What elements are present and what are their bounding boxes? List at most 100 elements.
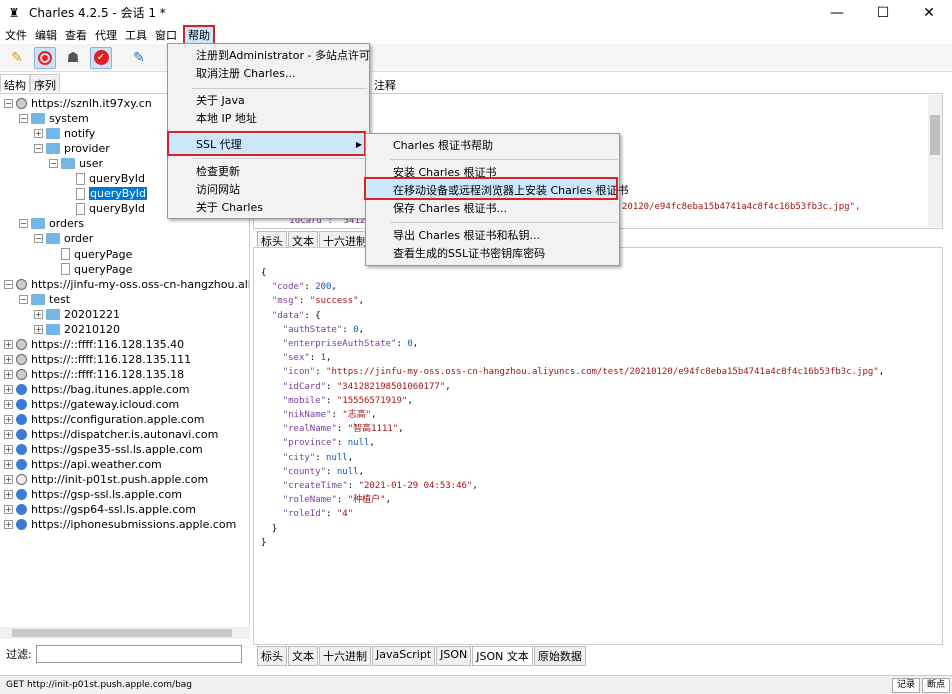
expand-icon[interactable]: + [4, 369, 13, 379]
tree-row[interactable]: + notify [34, 126, 95, 141]
lower-tab-raw[interactable]: 原始数据 [533, 646, 586, 666]
menu-view[interactable]: 查看 [61, 26, 91, 44]
expand-icon[interactable]: + [4, 475, 13, 485]
compose-pen-icon[interactable]: ✎ [128, 47, 150, 69]
tree-row[interactable]: − system [19, 111, 89, 126]
tree-row[interactable]: − orders [19, 216, 84, 231]
help-local-ip-item[interactable]: 本地 IP 地址 [169, 108, 257, 128]
maximize-button[interactable]: ☐ [860, 0, 906, 25]
menu-proxy[interactable]: 代理 [91, 26, 121, 44]
expand-icon[interactable]: + [34, 129, 43, 139]
tab-structure[interactable]: 结构 [0, 74, 30, 92]
tree-row[interactable]: − order [34, 231, 93, 246]
record-button[interactable] [34, 46, 56, 69]
collapse-icon[interactable]: − [19, 114, 28, 124]
tree-row[interactable]: + https://gateway.icloud.com [4, 397, 179, 412]
tree-row[interactable]: +20210120 [34, 322, 120, 337]
tree-row[interactable]: + https://::ffff:116.128.135.111 [4, 352, 191, 367]
expand-icon[interactable]: + [34, 324, 43, 334]
tree-row[interactable]: + https://gspe35-ssl.ls.apple.com [4, 442, 203, 457]
tree-row[interactable]: + https://api.weather.com [4, 457, 162, 472]
help-visit-website-item[interactable]: 访问网站 [169, 179, 240, 199]
tree-row[interactable]: − provider [34, 141, 110, 156]
tree-row[interactable]: + https://gsp-ssl.ls.apple.com [4, 487, 182, 502]
help-unregister-item[interactable]: 取消注册 Charles... [169, 63, 295, 83]
tree-row[interactable]: − user [49, 156, 103, 171]
json-token: , [358, 296, 364, 307]
help-about-charles-item[interactable]: 关于 Charles [169, 197, 263, 217]
collapse-icon[interactable]: − [4, 99, 13, 108]
tab-sequence[interactable]: 序列 [30, 74, 60, 92]
json-token: "roleName" [282, 495, 337, 506]
broom-icon[interactable]: ✎ [6, 47, 28, 69]
collapse-icon[interactable]: − [19, 294, 28, 304]
help-about-java-item[interactable]: 关于 Java [169, 90, 245, 110]
lower-tab-javascript[interactable]: JavaScript [372, 646, 436, 666]
tree-row[interactable]: queryById [64, 171, 145, 186]
breakpoints-button[interactable]: ✓ [90, 46, 112, 69]
json-line: "nikName": "志高", [261, 408, 942, 422]
throttle-turtle-icon[interactable]: ☗ [62, 47, 84, 69]
expand-icon[interactable]: + [4, 460, 13, 470]
tree-row[interactable]: queryPage [49, 262, 132, 277]
minimize-button[interactable]: — [814, 0, 860, 25]
lower-tab-json-text[interactable]: JSON 文本 [472, 646, 533, 666]
collapse-icon[interactable]: − [34, 234, 43, 244]
ssl-root-cert-help-item[interactable]: Charles 根证书帮助 [367, 135, 493, 155]
tree-row[interactable]: + https://gsp64-ssl.ls.apple.com [4, 502, 196, 517]
lower-tab-headers[interactable]: 标头 [257, 646, 287, 666]
expand-icon[interactable]: + [4, 505, 13, 515]
tree-row[interactable]: queryPage [49, 247, 132, 262]
menu-file[interactable]: 文件 [1, 26, 31, 44]
menu-window[interactable]: 窗口 [151, 26, 181, 44]
expand-icon[interactable]: + [4, 430, 13, 440]
menu-edit[interactable]: 编辑 [31, 26, 61, 44]
lower-tab-hex[interactable]: 十六进制 [319, 646, 371, 666]
tab-notes[interactable]: 注释 [374, 77, 396, 93]
expand-icon[interactable]: + [34, 309, 43, 319]
lower-tab-text[interactable]: 文本 [288, 646, 318, 666]
json-token: "data" [271, 310, 305, 321]
tree-row[interactable]: + https://dispatcher.is.autonavi.com [4, 427, 218, 442]
collapse-icon[interactable]: − [19, 219, 28, 229]
expand-icon[interactable]: + [4, 415, 13, 425]
tree-horizontal-scrollbar[interactable] [0, 627, 250, 639]
expand-icon[interactable]: + [4, 445, 13, 455]
expand-icon[interactable]: + [4, 520, 13, 530]
ssl-view-keystore-password-item[interactable]: 查看生成的SSL证书密钥库密码 [367, 243, 545, 263]
expand-icon[interactable]: + [4, 354, 13, 364]
close-button[interactable]: ✕ [906, 0, 952, 25]
expand-icon[interactable]: + [4, 339, 13, 349]
expand-icon[interactable]: + [4, 384, 13, 394]
help-register-item[interactable]: 注册到Administrator - 多站点许可 [169, 45, 370, 65]
menu-help[interactable]: 帮助 [183, 24, 215, 45]
upper-vertical-scrollbar[interactable] [928, 95, 942, 227]
status-breakpoint-button[interactable]: 断点 [922, 678, 951, 693]
collapse-icon[interactable]: − [49, 159, 58, 169]
collapse-icon[interactable]: − [34, 144, 43, 154]
tree-row[interactable]: + https://iphonesubmissions.apple.com [4, 517, 236, 532]
tree-row[interactable]: − test [19, 292, 70, 307]
tree-row[interactable]: − https://jinfu-my-oss.oss-cn-hangzhou.al… [4, 277, 249, 292]
expand-icon[interactable]: + [4, 400, 13, 409]
ssl-export-cert-key-item[interactable]: 导出 Charles 根证书和私钥... [367, 225, 540, 245]
ssl-save-root-cert-item[interactable]: 保存 Charles 根证书... [367, 198, 507, 218]
tree-row[interactable]: + https://::ffff:116.128.135.18 [4, 367, 184, 382]
tree-row[interactable]: +20201221 [34, 307, 120, 322]
tree-row[interactable]: + https://::ffff:116.128.135.40 [4, 337, 184, 352]
collapse-icon[interactable]: − [4, 279, 13, 289]
tree-row[interactable]: + https://configuration.apple.com [4, 412, 204, 427]
status-record-button[interactable]: 记录 [892, 678, 921, 693]
tree-row[interactable]: queryById [64, 186, 148, 201]
filter-input[interactable] [35, 645, 242, 663]
tree-row[interactable]: + https://bag.itunes.apple.com [4, 382, 189, 397]
help-check-updates-item[interactable]: 检查更新 [169, 161, 240, 181]
tree-node-label: system [49, 112, 89, 126]
tree-row[interactable]: − https://sznlh.it97xy.cn [4, 96, 152, 111]
expand-icon[interactable]: + [4, 490, 13, 500]
tree-row[interactable]: + http://init-p01st.push.apple.com [4, 472, 208, 487]
tree-row[interactable]: queryById [64, 201, 145, 216]
menu-tools[interactable]: 工具 [121, 26, 151, 44]
lower-tab-json[interactable]: JSON [436, 646, 472, 666]
